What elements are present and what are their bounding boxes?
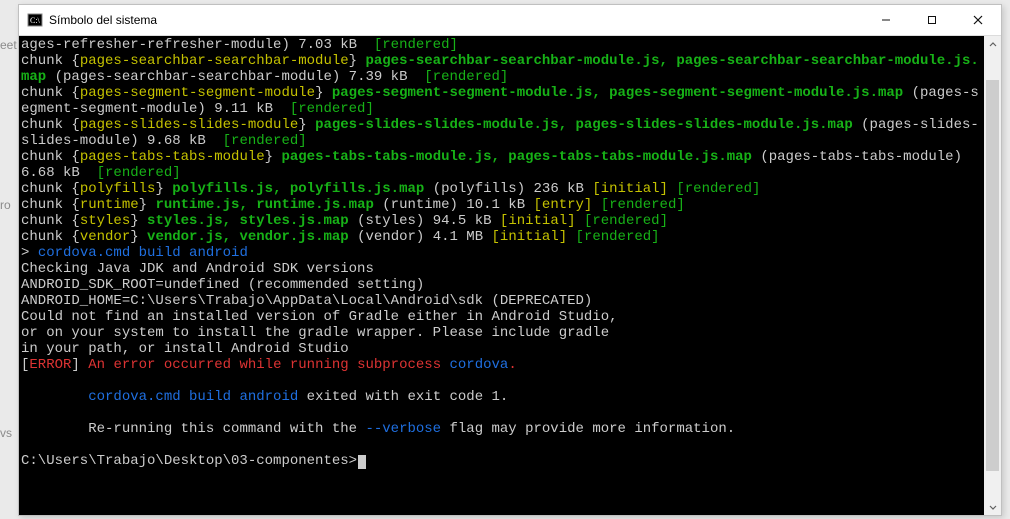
cmd-window: C:\ Símbolo del sistema ages-refresher-r…: [18, 4, 1002, 516]
background-text: eet: [0, 38, 17, 52]
background-text: ro: [0, 198, 11, 212]
background-text: vs: [0, 426, 12, 440]
svg-text:C:\: C:\: [30, 16, 41, 25]
minimize-icon: [881, 15, 891, 25]
chevron-down-icon: [989, 503, 997, 511]
scroll-down-button[interactable]: [984, 498, 1001, 515]
terminal-output[interactable]: ages-refresher-refresher-module) 7.03 kB…: [19, 36, 984, 515]
maximize-button[interactable]: [909, 5, 955, 35]
chevron-up-icon: [989, 41, 997, 49]
minimize-button[interactable]: [863, 5, 909, 35]
titlebar[interactable]: C:\ Símbolo del sistema: [19, 5, 1001, 36]
scroll-up-button[interactable]: [984, 36, 1001, 53]
scrollbar-thumb[interactable]: [986, 80, 999, 472]
vertical-scrollbar[interactable]: [984, 36, 1001, 515]
close-button[interactable]: [955, 5, 1001, 35]
maximize-icon: [927, 15, 937, 25]
window-title: Símbolo del sistema: [49, 13, 157, 27]
terminal-area: ages-refresher-refresher-module) 7.03 kB…: [19, 36, 1001, 515]
scrollbar-track[interactable]: [984, 53, 1001, 498]
close-icon: [973, 15, 983, 25]
desktop: eet ro vs C:\ Símbolo del sistema ages-r…: [0, 0, 1010, 519]
cmd-icon: C:\: [27, 12, 43, 28]
